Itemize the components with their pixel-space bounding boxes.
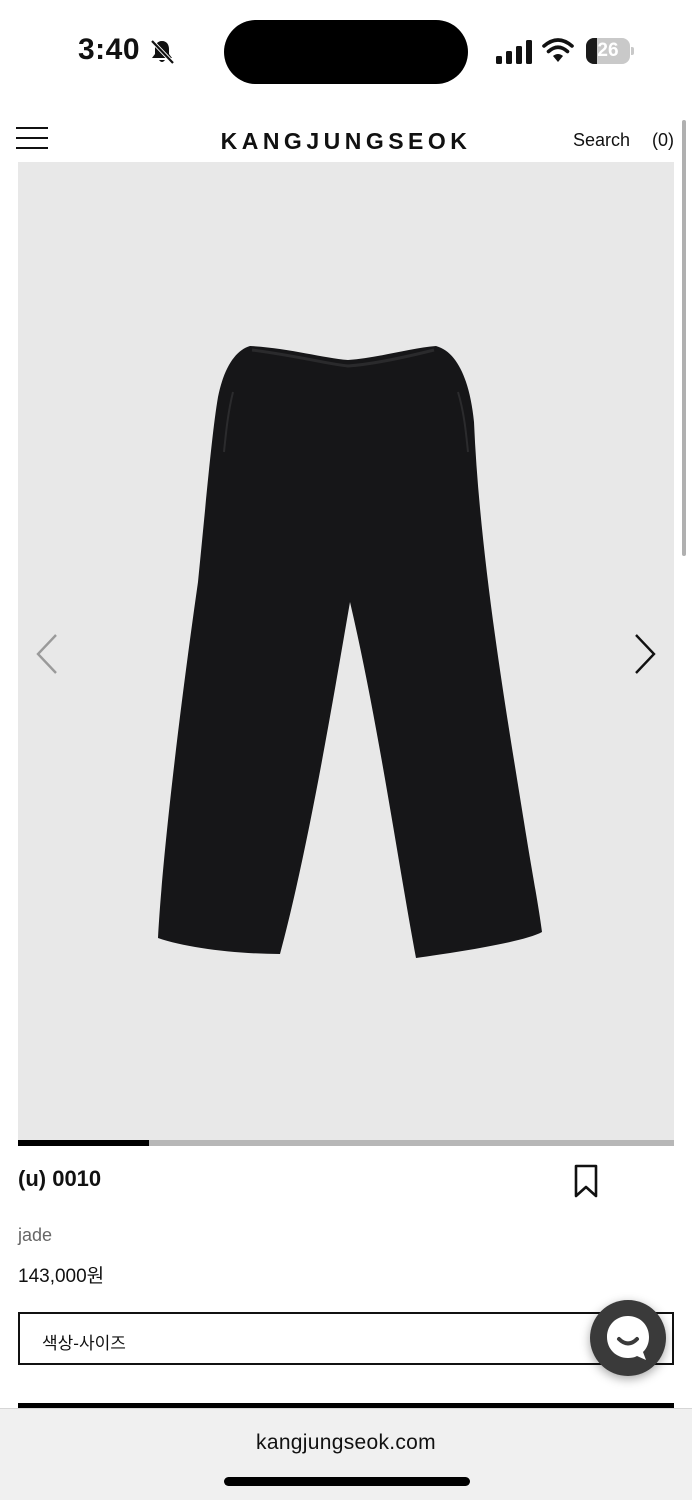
product-image-gallery[interactable] bbox=[18, 162, 674, 1140]
browser-bar: kangjungseok.com bbox=[0, 1408, 692, 1500]
gallery-progress-fill bbox=[18, 1140, 150, 1146]
option-select[interactable]: 색상-사이즈 bbox=[18, 1312, 674, 1365]
gallery-progress-bar bbox=[18, 1140, 674, 1146]
product-name: (u) 0010 bbox=[18, 1166, 102, 1191]
next-image-arrow-icon[interactable] bbox=[632, 632, 658, 676]
option-select-label: 색상-사이즈 bbox=[42, 1334, 126, 1353]
wifi-icon bbox=[542, 38, 574, 62]
status-time: 3:40 bbox=[78, 33, 141, 66]
home-indicator[interactable] bbox=[224, 1477, 470, 1486]
product-price: 143,000원 bbox=[18, 1266, 105, 1287]
scrollbar[interactable] bbox=[682, 120, 686, 556]
cellular-signal-icon bbox=[496, 40, 532, 64]
cart-link[interactable]: (0) bbox=[652, 130, 674, 151]
bookmark-icon[interactable] bbox=[573, 1164, 599, 1198]
battery-icon: 26 bbox=[586, 38, 634, 64]
previous-image-arrow-icon[interactable] bbox=[34, 632, 60, 676]
url-bar[interactable]: kangjungseok.com bbox=[0, 1431, 692, 1455]
chat-bubble-icon bbox=[607, 1316, 649, 1360]
battery-level: 26 bbox=[597, 40, 619, 61]
dynamic-island bbox=[224, 20, 468, 84]
product-color: jade bbox=[18, 1225, 53, 1245]
bell-muted-icon bbox=[150, 39, 175, 65]
search-link[interactable]: Search bbox=[573, 130, 630, 151]
status-bar: 3:40 26 bbox=[0, 0, 692, 104]
site-header: KANGJUNGSEOK Search (0) bbox=[0, 104, 692, 162]
chat-button[interactable] bbox=[590, 1300, 666, 1376]
black-pants-icon bbox=[158, 346, 542, 958]
